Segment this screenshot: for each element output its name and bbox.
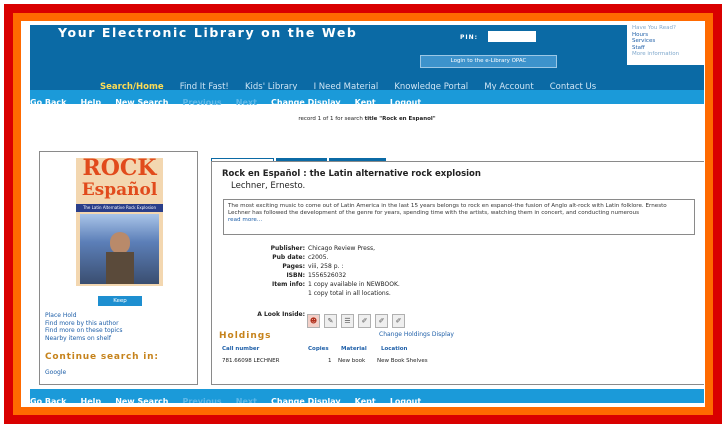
holdings-header-row: Call number Copies Material Location <box>222 346 702 354</box>
cell-material: New book <box>338 358 366 364</box>
col-material: Material <box>341 346 367 352</box>
go-back-button[interactable]: Go Back <box>30 96 66 110</box>
pin-label: PIN: <box>460 34 479 41</box>
library-page: Your Electronic Library on the Web PIN: … <box>30 25 704 403</box>
cover-title-espanol: Español <box>81 180 158 200</box>
change-holdings-display-link[interactable]: Change Holdings Display <box>379 331 454 338</box>
summary-icon[interactable]: ✎ <box>324 314 337 328</box>
cell-location: New Book Shelves <box>377 358 428 364</box>
look-inside-row: A Look Inside: ☻ ✎ ☰ ✐ ✐ ✐ <box>212 308 704 328</box>
toc-icon[interactable]: ☰ <box>341 314 354 328</box>
page-frame: Your Electronic Library on the Web PIN: … <box>21 21 705 407</box>
google-link[interactable]: Google <box>45 369 66 376</box>
cover-subtitle: The Latin Alternative Rock Explosion <box>76 204 163 212</box>
look-inside-icons: ☻ ✎ ☰ ✐ ✐ ✐ <box>307 308 409 328</box>
book-cover-image: ROCK Español The Latin Alternative Rock … <box>76 155 163 286</box>
kept-button[interactable]: Kept <box>355 96 376 110</box>
change-display-button-bottom[interactable]: Change Display <box>271 395 341 403</box>
place-hold-link[interactable]: Place Hold <box>45 312 123 320</box>
book-title: Rock en Español : the Latin alternative … <box>222 169 481 179</box>
field-label: ISBN: <box>286 272 305 279</box>
field-publisher: Publisher: Chicago Review Press, <box>212 245 704 254</box>
field-value: Chicago Review Press, <box>308 245 376 252</box>
cell-call-number[interactable]: 781.66098 LECHNER <box>222 358 279 364</box>
site-title: Your Electronic Library on the Web <box>58 25 358 40</box>
next-button-bottom: Next <box>235 397 257 403</box>
help-button[interactable]: Help <box>81 96 102 110</box>
header-banner: Your Electronic Library on the Web PIN: … <box>30 25 704 92</box>
field-value: 1 copy total in all locations. <box>308 290 391 297</box>
top-toolbar: Go Back Help New Search Previous Next Ch… <box>30 90 704 107</box>
author-photo-icon[interactable]: ☻ <box>307 314 320 328</box>
read-more-link[interactable]: read more... <box>228 217 262 223</box>
keep-button[interactable]: Keep <box>98 296 142 306</box>
cover-figure <box>106 252 134 284</box>
book-author[interactable]: Lechner, Ernesto. <box>231 181 305 191</box>
item-actions: Place Hold Find more by this author Find… <box>45 312 123 342</box>
outer-frame: Your Electronic Library on the Web PIN: … <box>0 0 728 430</box>
left-panel: ROCK Español The Latin Alternative Rock … <box>39 151 198 385</box>
field-isbn: ISBN: 1556526032 <box>212 272 704 281</box>
find-topics-link[interactable]: Find more on these topics <box>45 327 123 335</box>
cover-face <box>110 232 130 254</box>
logout-button-bottom[interactable]: Logout <box>390 395 421 403</box>
kept-button-bottom[interactable]: Kept <box>355 395 376 403</box>
next-button: Next <box>235 98 257 107</box>
previous-button-bottom: Previous <box>182 397 222 403</box>
find-by-author-link[interactable]: Find more by this author <box>45 320 123 328</box>
field-value: 1 copy available in NEWBOOK. <box>308 281 400 288</box>
look-inside-label: A Look Inside: <box>257 311 305 318</box>
side-links-panel: Have You Read? Hours Services Staff More… <box>627 25 704 65</box>
summary-text: The most exciting music to come out of L… <box>228 203 667 217</box>
field-value: viii, 258 p. : <box>308 263 344 270</box>
col-copies: Copies <box>308 346 329 352</box>
field-pub-date: Pub date: c2005. <box>212 254 704 263</box>
record-status: record 1 of 1 for search title "Rock en … <box>30 116 704 122</box>
summary-box: The most exciting music to come out of L… <box>223 199 695 235</box>
field-value: c2005. <box>308 254 329 261</box>
previous-button: Previous <box>182 98 222 107</box>
field-pages: Pages: viii, 258 p. : <box>212 263 704 272</box>
continue-search-heading: Continue search in: <box>45 352 159 362</box>
field-value: 1556526032 <box>308 272 347 279</box>
login-button[interactable]: Login to the e-Library OPAC <box>420 55 557 68</box>
bibliographic-fields: Publisher: Chicago Review Press, Pub dat… <box>212 245 704 299</box>
new-search-button[interactable]: New Search <box>115 96 168 110</box>
notes-icon[interactable]: ✐ <box>392 314 405 328</box>
new-search-button-bottom[interactable]: New Search <box>115 395 168 403</box>
go-back-button-bottom[interactable]: Go Back <box>30 395 66 403</box>
logout-button[interactable]: Logout <box>390 96 421 110</box>
field-label: Item info: <box>272 281 305 288</box>
side-link-more-information[interactable]: More information <box>627 51 704 58</box>
review-icon[interactable]: ✐ <box>375 314 388 328</box>
record-prefix: record 1 of 1 for search <box>298 116 363 122</box>
nearby-items-link[interactable]: Nearby items on shelf <box>45 335 123 343</box>
help-button-bottom[interactable]: Help <box>81 395 102 403</box>
record-query: title "Rock en Espanol" <box>364 116 436 122</box>
change-display-button[interactable]: Change Display <box>271 96 341 110</box>
bottom-toolbar: Go Back Help New Search Previous Next Ch… <box>30 389 704 403</box>
field-label: Publisher: <box>270 245 305 252</box>
item-detail-panel: Rock en Español : the Latin alternative … <box>211 161 704 385</box>
holdings-heading: Holdings <box>219 331 272 341</box>
pin-input[interactable] <box>488 31 536 42</box>
cell-copies: 1 <box>328 358 332 364</box>
field-item-info: Item info: 1 copy available in NEWBOOK. <box>212 281 704 290</box>
col-call-number: Call number <box>222 346 260 352</box>
cover-title-rock: ROCK <box>82 155 157 181</box>
col-location: Location <box>381 346 408 352</box>
field-label: Pub date: <box>272 254 305 261</box>
field-item-info-total: 1 copy total in all locations. <box>212 290 704 299</box>
table-row: 781.66098 LECHNER 1 New book New Book Sh… <box>222 358 702 366</box>
excerpt-icon[interactable]: ✐ <box>358 314 371 328</box>
field-label: Pages: <box>282 263 305 270</box>
